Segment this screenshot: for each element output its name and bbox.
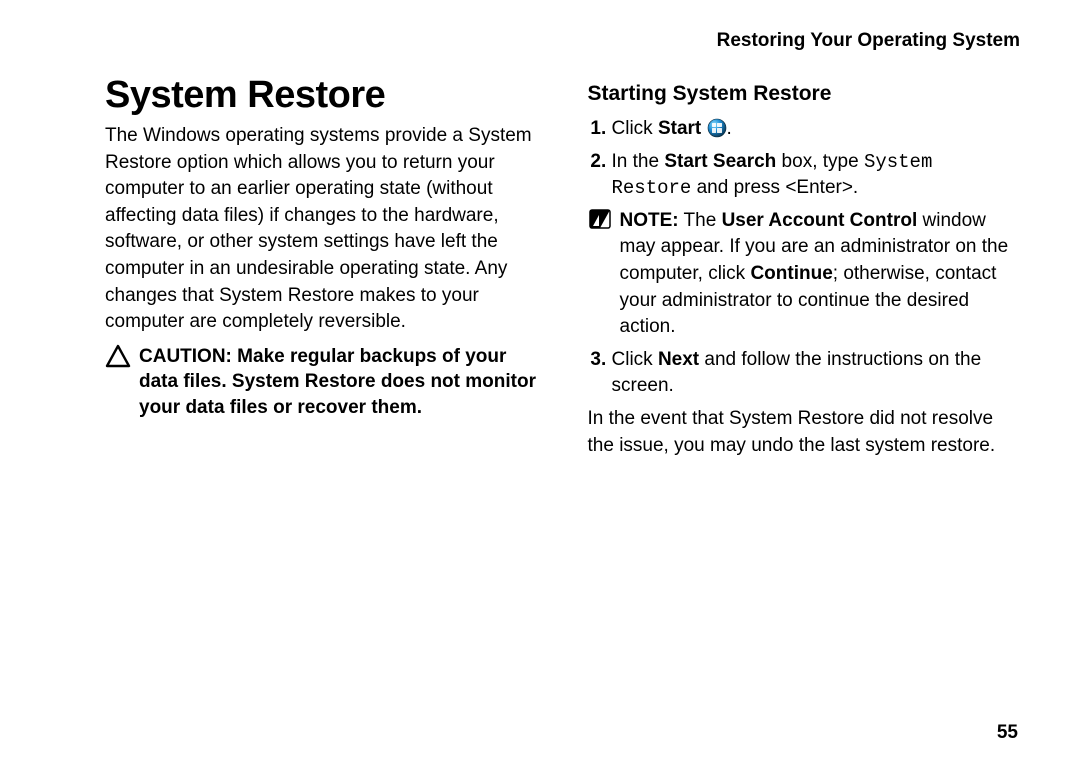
page-title: System Restore xyxy=(105,74,538,117)
windows-start-orb-icon xyxy=(707,118,727,138)
step3-pre: Click xyxy=(612,349,658,370)
caution-icon xyxy=(105,344,131,368)
intro-paragraph: The Windows operating systems provide a … xyxy=(105,123,538,336)
step2-mid: box, type xyxy=(776,151,864,172)
note-callout: NOTE: The User Account Control window ma… xyxy=(588,208,1021,341)
page-number: 55 xyxy=(997,722,1018,744)
step3-bold: Next xyxy=(658,349,699,370)
step-1: Click Start . xyxy=(612,116,1021,143)
caution-label: CAUTION: xyxy=(139,346,232,367)
document-page: Restoring Your Operating System System R… xyxy=(0,0,1080,766)
step-3: Click Next and follow the instructions o… xyxy=(612,347,1021,400)
right-column: Starting System Restore Click Start . In… xyxy=(588,74,1021,467)
steps-list-top: Click Start . In the Start Search box, t… xyxy=(588,116,1021,202)
closing-paragraph: In the event that System Restore did not… xyxy=(588,406,1021,459)
column-layout: System Restore The Windows operating sys… xyxy=(105,74,1020,467)
step2-post: and press <Enter>. xyxy=(691,177,858,198)
left-column: System Restore The Windows operating sys… xyxy=(105,74,538,467)
note-b2: Continue xyxy=(750,263,832,284)
step-2: In the Start Search box, type System Res… xyxy=(612,149,1021,202)
note-icon xyxy=(588,208,612,230)
step1-tail: . xyxy=(727,118,732,139)
step1-pre: Click xyxy=(612,118,658,139)
step2-bold: Start Search xyxy=(664,151,776,172)
section-subtitle: Starting System Restore xyxy=(588,82,1021,106)
caution-callout: CAUTION: Make regular backups of your da… xyxy=(105,344,538,421)
caution-text: CAUTION: Make regular backups of your da… xyxy=(139,344,538,421)
note-label: NOTE: xyxy=(620,210,679,231)
note-pre: The xyxy=(679,210,722,231)
note-text: NOTE: The User Account Control window ma… xyxy=(620,208,1021,341)
step2-pre: In the xyxy=(612,151,665,172)
page-header: Restoring Your Operating System xyxy=(105,30,1020,52)
steps-list-bottom: Click Next and follow the instructions o… xyxy=(588,347,1021,400)
step1-bold: Start xyxy=(658,118,701,139)
note-b1: User Account Control xyxy=(722,210,918,231)
